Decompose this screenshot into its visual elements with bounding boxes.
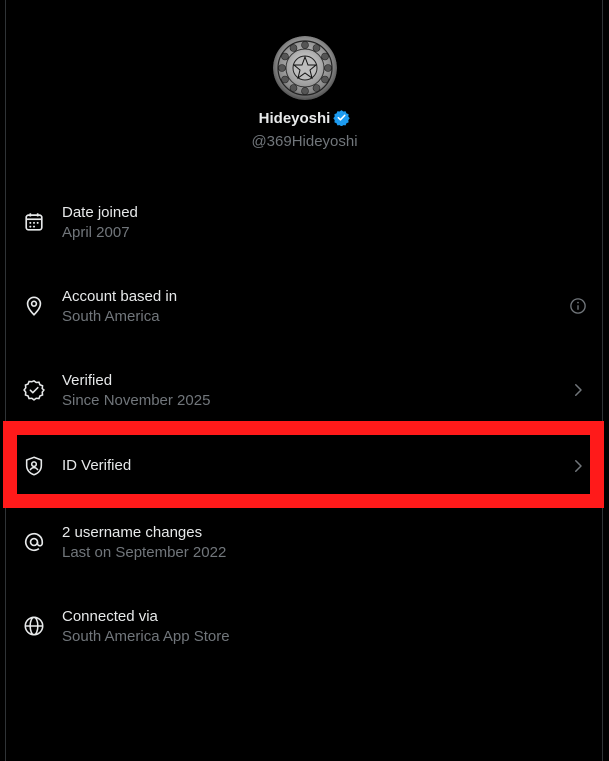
row-title: Account based in bbox=[62, 288, 178, 305]
avatar[interactable] bbox=[273, 36, 337, 100]
row-subtitle: South America bbox=[62, 308, 160, 325]
profile-handle: @369Hideyoshi bbox=[251, 133, 358, 150]
chevron-right-icon bbox=[569, 381, 587, 399]
calendar-icon bbox=[23, 211, 45, 233]
profile-name: Hideyoshi bbox=[258, 110, 331, 127]
row-subtitle: Since November 2025 bbox=[62, 392, 211, 409]
row-date-joined: Date joined April 2007 bbox=[0, 200, 609, 260]
avatar-image bbox=[273, 36, 337, 100]
row-id-verified[interactable]: ID Verified bbox=[0, 436, 609, 496]
verified-badge-icon bbox=[333, 109, 351, 132]
id-shield-icon bbox=[23, 455, 45, 477]
info-icon[interactable] bbox=[569, 297, 587, 315]
row-username-changes: 2 username changes Last on September 202… bbox=[0, 520, 609, 580]
globe-icon bbox=[23, 615, 45, 637]
row-subtitle: April 2007 bbox=[62, 224, 130, 241]
row-connected-via: Connected via South America App Store bbox=[0, 604, 609, 664]
at-sign-icon bbox=[23, 531, 45, 553]
row-subtitle: Last on September 2022 bbox=[62, 544, 227, 561]
row-title: Date joined bbox=[62, 204, 138, 221]
profile-name-row: Hideyoshi bbox=[0, 109, 609, 129]
row-title: Connected via bbox=[62, 608, 158, 625]
row-title: 2 username changes bbox=[62, 524, 203, 541]
row-title: Verified bbox=[62, 372, 113, 389]
row-subtitle: South America App Store bbox=[62, 628, 230, 645]
chevron-right-icon bbox=[569, 457, 587, 475]
verified-check-icon bbox=[23, 379, 45, 401]
row-verified[interactable]: Verified Since November 2025 bbox=[0, 368, 609, 428]
row-title: ID Verified bbox=[62, 457, 132, 474]
row-account-based-in: Account based in South America bbox=[0, 284, 609, 344]
location-pin-icon bbox=[23, 295, 45, 317]
